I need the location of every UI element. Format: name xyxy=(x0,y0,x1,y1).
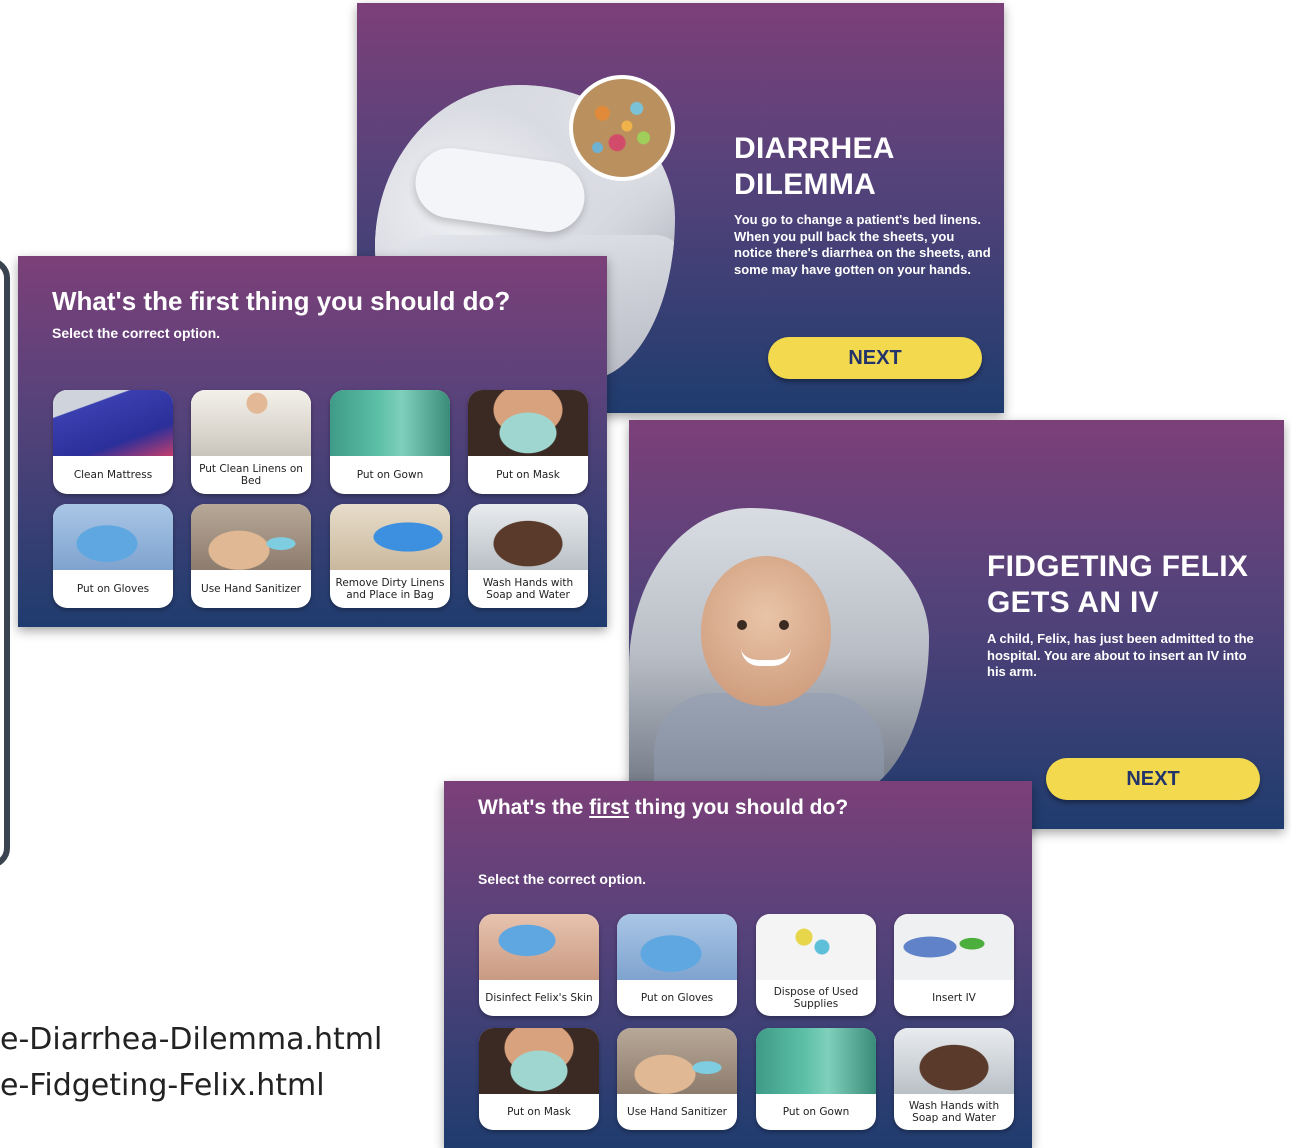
option-put-on-mask[interactable]: Put on Mask xyxy=(468,390,588,494)
question-subtitle: Select the correct option. xyxy=(52,325,221,341)
option-label: Remove Dirty Linens and Place in Bag xyxy=(335,577,445,601)
option-put-on-gown[interactable]: Put on Gown xyxy=(330,390,450,494)
option-put-on-mask[interactable]: Put on Mask xyxy=(479,1028,599,1130)
intro-title: DIARRHEA DILEMMA xyxy=(734,132,894,201)
germ-image xyxy=(569,75,675,181)
question-title: What's the first thing you should do? xyxy=(478,796,848,820)
mask-photo-icon xyxy=(479,1028,599,1094)
option-label: Clean Mattress xyxy=(73,469,153,481)
option-label: Put on Mask xyxy=(507,1106,571,1118)
option-put-on-gloves[interactable]: Put on Gloves xyxy=(617,914,737,1016)
option-label: Use Hand Sanitizer xyxy=(627,1106,727,1118)
gloves-photo-icon xyxy=(53,504,173,570)
option-label: Disinfect Felix's Skin xyxy=(485,992,593,1004)
gloves-photo-icon xyxy=(617,914,737,980)
mask-photo-icon xyxy=(468,390,588,456)
felix-question-slide: What's the first thing you should do? Se… xyxy=(444,781,1032,1148)
option-label: Put on Gloves xyxy=(76,583,150,595)
next-button[interactable]: NEXT xyxy=(768,337,982,379)
intro-title: FIDGETING FELIX GETS AN IV xyxy=(987,550,1249,619)
option-clean-mattress[interactable]: Clean Mattress xyxy=(53,390,173,494)
option-wash-hands[interactable]: Wash Hands with Soap and Water xyxy=(468,504,588,608)
felix-image xyxy=(629,508,929,798)
file-caption-felix: e-Fidgeting-Felix.html xyxy=(0,1068,325,1103)
sanitizer-photo-icon xyxy=(617,1028,737,1094)
next-button[interactable]: NEXT xyxy=(1046,758,1260,800)
question-title-post: thing you should do? xyxy=(628,796,849,819)
intro-text: You go to change a patient's bed linens.… xyxy=(734,212,991,277)
option-label: Put Clean Linens on Bed xyxy=(199,463,303,487)
option-label: Wash Hands with Soap and Water xyxy=(482,577,574,601)
handwash-photo-icon xyxy=(894,1028,1014,1094)
option-put-on-gown[interactable]: Put on Gown xyxy=(756,1028,876,1130)
option-remove-dirty-linens[interactable]: Remove Dirty Linens and Place in Bag xyxy=(330,504,450,608)
linen-bag-photo-icon xyxy=(330,504,450,570)
device-frame-edge xyxy=(0,258,10,868)
option-dispose-supplies[interactable]: Dispose of Used Supplies xyxy=(756,914,876,1016)
gown-photo-icon xyxy=(756,1028,876,1094)
sanitizer-photo-icon xyxy=(191,504,311,570)
question-title-pre: What's the xyxy=(478,796,590,819)
gown-photo-icon xyxy=(330,390,450,456)
supplies-photo-icon xyxy=(756,914,876,980)
question-subtitle: Select the correct option. xyxy=(478,871,647,887)
option-label: Dispose of Used Supplies xyxy=(773,986,859,1010)
intro-text: A child, Felix, has just been admitted t… xyxy=(987,631,1254,679)
linens-photo-icon xyxy=(191,390,311,456)
option-label: Put on Gown xyxy=(356,469,424,481)
mattress-photo-icon xyxy=(53,390,173,456)
option-label: Put on Mask xyxy=(496,469,560,481)
option-wash-hands[interactable]: Wash Hands with Soap and Water xyxy=(894,1028,1014,1130)
option-put-clean-linens[interactable]: Put Clean Linens on Bed xyxy=(191,390,311,494)
iv-photo-icon xyxy=(894,914,1014,980)
felix-intro-slide: FIDGETING FELIX GETS AN IV A child, Feli… xyxy=(629,420,1284,829)
question-title: What's the first thing you should do? xyxy=(52,286,511,316)
option-label: Wash Hands with Soap and Water xyxy=(908,1100,1000,1124)
option-use-hand-sanitizer[interactable]: Use Hand Sanitizer xyxy=(617,1028,737,1130)
option-disinfect-skin[interactable]: Disinfect Felix's Skin xyxy=(479,914,599,1016)
option-put-on-gloves[interactable]: Put on Gloves xyxy=(53,504,173,608)
option-label: Put on Gloves xyxy=(640,992,714,1004)
question-title-emphasis: first xyxy=(589,796,629,819)
option-use-hand-sanitizer[interactable]: Use Hand Sanitizer xyxy=(191,504,311,608)
option-label: Use Hand Sanitizer xyxy=(201,583,301,595)
disinfect-photo-icon xyxy=(479,914,599,980)
option-label: Put on Gown xyxy=(782,1106,850,1118)
option-label: Insert IV xyxy=(932,992,976,1004)
file-caption-diarrhea: e-Diarrhea-Dilemma.html xyxy=(0,1022,383,1057)
handwash-photo-icon xyxy=(468,504,588,570)
option-insert-iv[interactable]: Insert IV xyxy=(894,914,1014,1016)
diarrhea-question-slide: What's the first thing you should do? Se… xyxy=(18,256,607,627)
